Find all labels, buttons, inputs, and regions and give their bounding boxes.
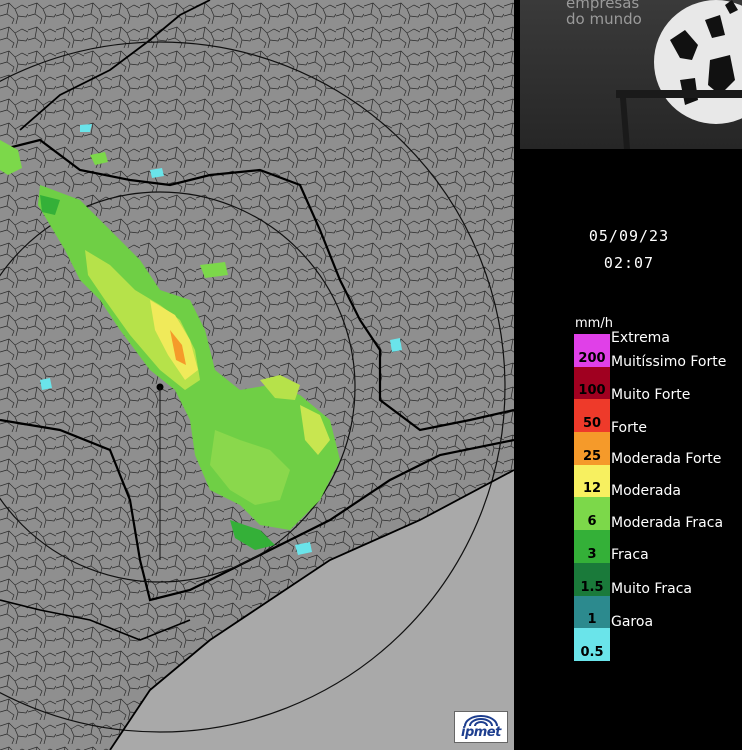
legend-category: Moderada Forte <box>611 451 722 467</box>
legend-swatch: 0.5 <box>574 628 610 661</box>
legend-unit: mm/h <box>575 316 613 331</box>
legend-category: Muito Fraca <box>611 581 692 597</box>
advertisement-banner[interactable]: empresas do mundo <box>520 0 742 149</box>
legend-value: 12 <box>582 481 602 497</box>
legend-category: Muito Forte <box>611 387 691 403</box>
legend-value: 25 <box>582 448 602 464</box>
ipmet-logo: ipmet <box>454 711 508 743</box>
radar-time: 02:07 <box>603 254 655 272</box>
legend-swatch: 1 <box>574 595 610 629</box>
legend-swatch: 25 <box>574 432 610 465</box>
legend-swatch: 6 <box>574 497 610 531</box>
legend-category: Moderada Fraca <box>611 515 724 531</box>
legend-color-scale: 200 100 50 25 12 6 3 1.5 1 0.5 <box>574 334 610 661</box>
legend-value: 6 <box>587 514 597 530</box>
legend-value: 100 <box>578 383 606 399</box>
legend-swatch: 1.5 <box>574 562 610 596</box>
radar-date: 05/09/23 <box>588 227 670 245</box>
legend-category: Muitíssimo Forte <box>611 354 727 370</box>
ipmet-logo-text: ipmet <box>461 725 501 740</box>
globe-image <box>616 0 742 149</box>
legend-value: 3 <box>587 546 597 562</box>
radar-map-graphics <box>0 0 514 750</box>
radar-map: ipmet <box>0 0 514 750</box>
legend-swatch: 200 <box>574 334 610 367</box>
legend-swatch: 3 <box>574 530 610 563</box>
legend-value: 1 <box>587 612 597 628</box>
legend-value: 0.5 <box>580 644 604 660</box>
legend-category: Forte <box>611 420 647 436</box>
legend-swatch: 12 <box>574 464 610 498</box>
legend-value: 1.5 <box>580 579 604 595</box>
legend-category: Extrema <box>611 330 670 346</box>
legend-category: Moderada <box>611 483 681 499</box>
legend-category: Fraca <box>611 547 649 563</box>
legend-swatch: 50 <box>574 399 610 433</box>
legend-value: 50 <box>582 416 602 432</box>
legend-swatch: 100 <box>574 366 610 400</box>
legend-value: 200 <box>578 350 606 366</box>
legend-category: Garoa <box>611 614 654 630</box>
